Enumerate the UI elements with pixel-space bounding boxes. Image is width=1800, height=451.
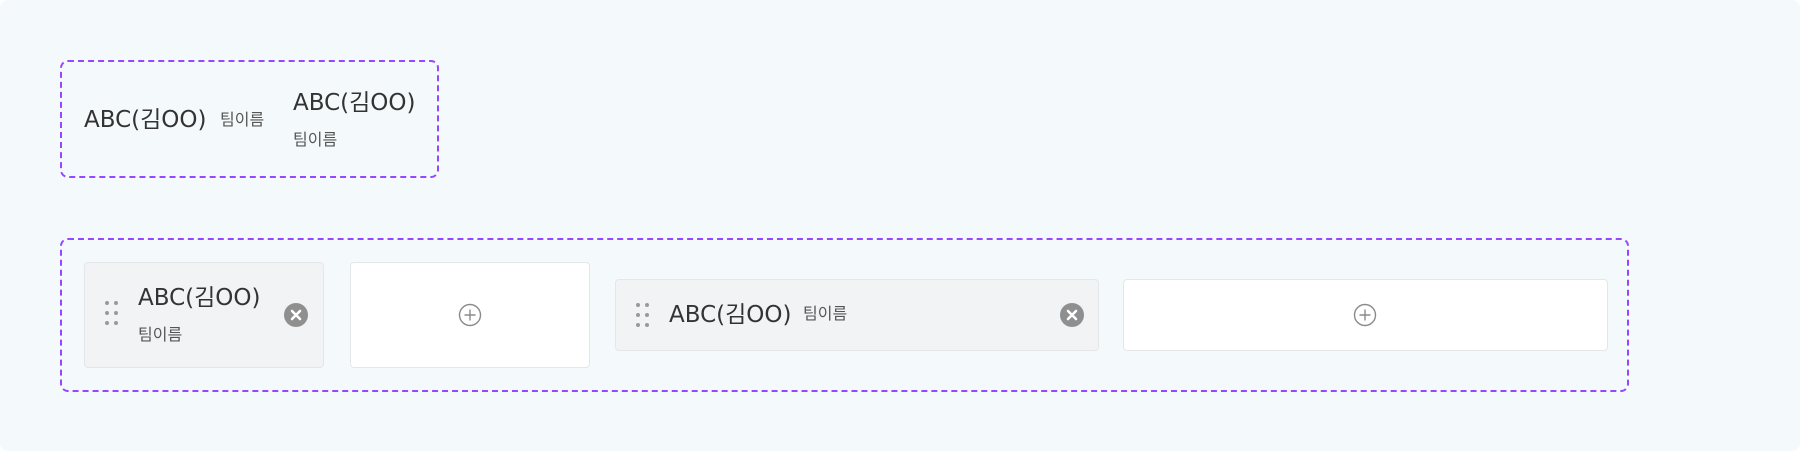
canvas: ABC(김OO) 팀이름 ABC(김OO) 팀이름 ABC(김OO) 팀이름 A… xyxy=(0,0,1800,451)
member-name: ABC(김OO) xyxy=(669,302,792,328)
add-member-slot[interactable] xyxy=(350,262,590,368)
member-name-stacked: ABC(김OO) xyxy=(293,90,416,116)
member-team: 팀이름 xyxy=(138,325,183,344)
member-team: 팀이름 xyxy=(803,304,848,323)
member-card-stacked[interactable]: ABC(김OO) 팀이름 xyxy=(84,262,324,368)
add-member-slot[interactable] xyxy=(1123,279,1608,351)
member-name-inline: ABC(김OO) xyxy=(84,107,207,133)
remove-button[interactable] xyxy=(284,303,308,327)
close-icon xyxy=(290,309,302,321)
member-team-stacked: 팀이름 xyxy=(293,130,338,149)
member-slots-group: ABC(김OO) 팀이름 ABC(김OO) 팀이름 xyxy=(60,238,1629,392)
close-icon xyxy=(1066,309,1078,321)
drag-handle-icon[interactable] xyxy=(105,301,119,327)
drag-handle-icon[interactable] xyxy=(636,303,650,329)
member-team-inline: 팀이름 xyxy=(220,110,265,129)
member-name: ABC(김OO) xyxy=(138,285,261,311)
member-variants-group: ABC(김OO) 팀이름 ABC(김OO) 팀이름 xyxy=(60,60,439,178)
plus-circle-icon xyxy=(1353,303,1377,327)
member-card-inline[interactable]: ABC(김OO) 팀이름 xyxy=(615,279,1099,351)
remove-button[interactable] xyxy=(1060,303,1084,327)
plus-circle-icon xyxy=(458,303,482,327)
